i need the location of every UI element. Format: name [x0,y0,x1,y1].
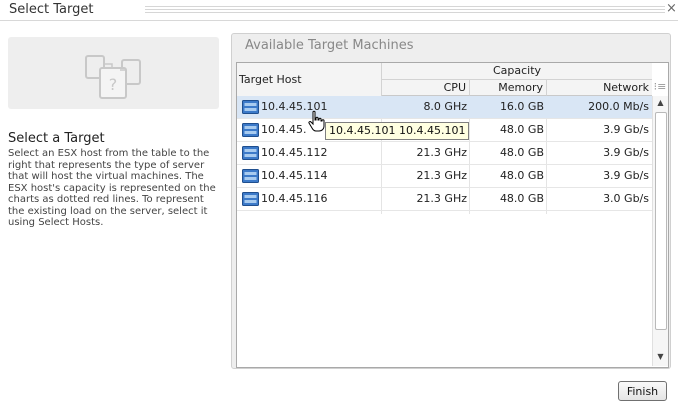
scroll-down-icon[interactable]: ▼ [653,350,668,364]
table-row[interactable]: 10.4.45.116 21.3 GHz 48.0 GB 3.0 Gb/s [237,188,652,211]
memory-cell: 48.0 GB [499,169,544,182]
server-icon [242,192,259,206]
host-cell: 10.4.45.114 [240,165,380,187]
dialog-title: Select Target [9,2,94,17]
network-cell: 3.9 Gb/s [603,169,649,182]
server-icon [242,169,259,183]
table-body: 10.4.45.101 8.0 GHz 16.0 GB 200.0 Mb/s 1… [237,96,652,211]
title-bar[interactable]: Select Target × [0,0,678,21]
cpu-cell: 8.0 GHz [423,100,467,113]
host-name: 10.4.45.114 [261,169,328,182]
server-icon [242,100,259,114]
host-cell: 10.4.45.116 [240,188,380,210]
network-cell: 200.0 Mb/s [588,100,649,113]
close-icon[interactable]: × [666,1,677,16]
table-row[interactable]: 10.4.45.101 8.0 GHz 16.0 GB 200.0 Mb/s [237,96,652,119]
info-heading: Select a Target [8,131,105,146]
column-header-target-host[interactable]: Target Host [237,63,382,97]
panel-title: Available Target Machines [245,38,414,53]
column-group-capacity: Capacity [382,63,652,80]
drag-grip[interactable] [145,6,665,15]
server-icon [242,123,259,137]
host-tooltip: 10.4.45.101 10.4.45.101 [325,122,470,140]
host-name: 10.4.45.112 [261,146,328,159]
hand-pointer-icon [308,110,325,132]
column-header-cpu[interactable]: CPU [382,80,470,96]
target-hosts-table: Target Host Capacity CPU Memory Network … [236,62,669,368]
cpu-cell: 21.3 GHz [416,192,467,205]
memory-cell: 48.0 GB [499,123,544,136]
scroll-up-icon[interactable]: ▲ [653,96,668,110]
memory-cell: 16.0 GB [499,100,544,113]
server-placeholder-icon: ? [85,55,141,99]
column-header-target-host-label: Target Host [239,73,302,86]
server-icon [242,146,259,160]
finish-button[interactable]: Finish [618,381,667,401]
vertical-scrollbar[interactable]: ▲ ▼ [652,96,668,366]
column-header-memory[interactable]: Memory [470,80,547,96]
svg-text:?: ? [109,75,118,94]
host-name: 10.4.45.116 [261,192,328,205]
table-row[interactable]: 10.4.45.112 21.3 GHz 48.0 GB 3.9 Gb/s [237,142,652,165]
host-cell: 10.4.45.112 [240,142,380,164]
memory-cell: 48.0 GB [499,146,544,159]
cpu-cell: 21.3 GHz [416,169,467,182]
memory-cell: 48.0 GB [499,192,544,205]
info-description: Select an ESX host from the table to the… [8,148,216,228]
network-cell: 3.9 Gb/s [603,123,649,136]
cpu-cell: 21.3 GHz [416,146,467,159]
network-cell: 3.9 Gb/s [603,146,649,159]
select-target-dialog: Select Target × ? Select a Target Select… [0,0,678,405]
table-row[interactable]: 10.4.45.114 21.3 GHz 48.0 GB 3.9 Gb/s [237,165,652,188]
scroll-thumb[interactable] [655,112,667,330]
network-cell: 3.0 Gb/s [603,192,649,205]
host-name: 10.4.45. [261,123,307,136]
column-header-network[interactable]: Network [547,80,652,96]
column-picker-icon[interactable]: ⁝≡ [653,80,667,96]
